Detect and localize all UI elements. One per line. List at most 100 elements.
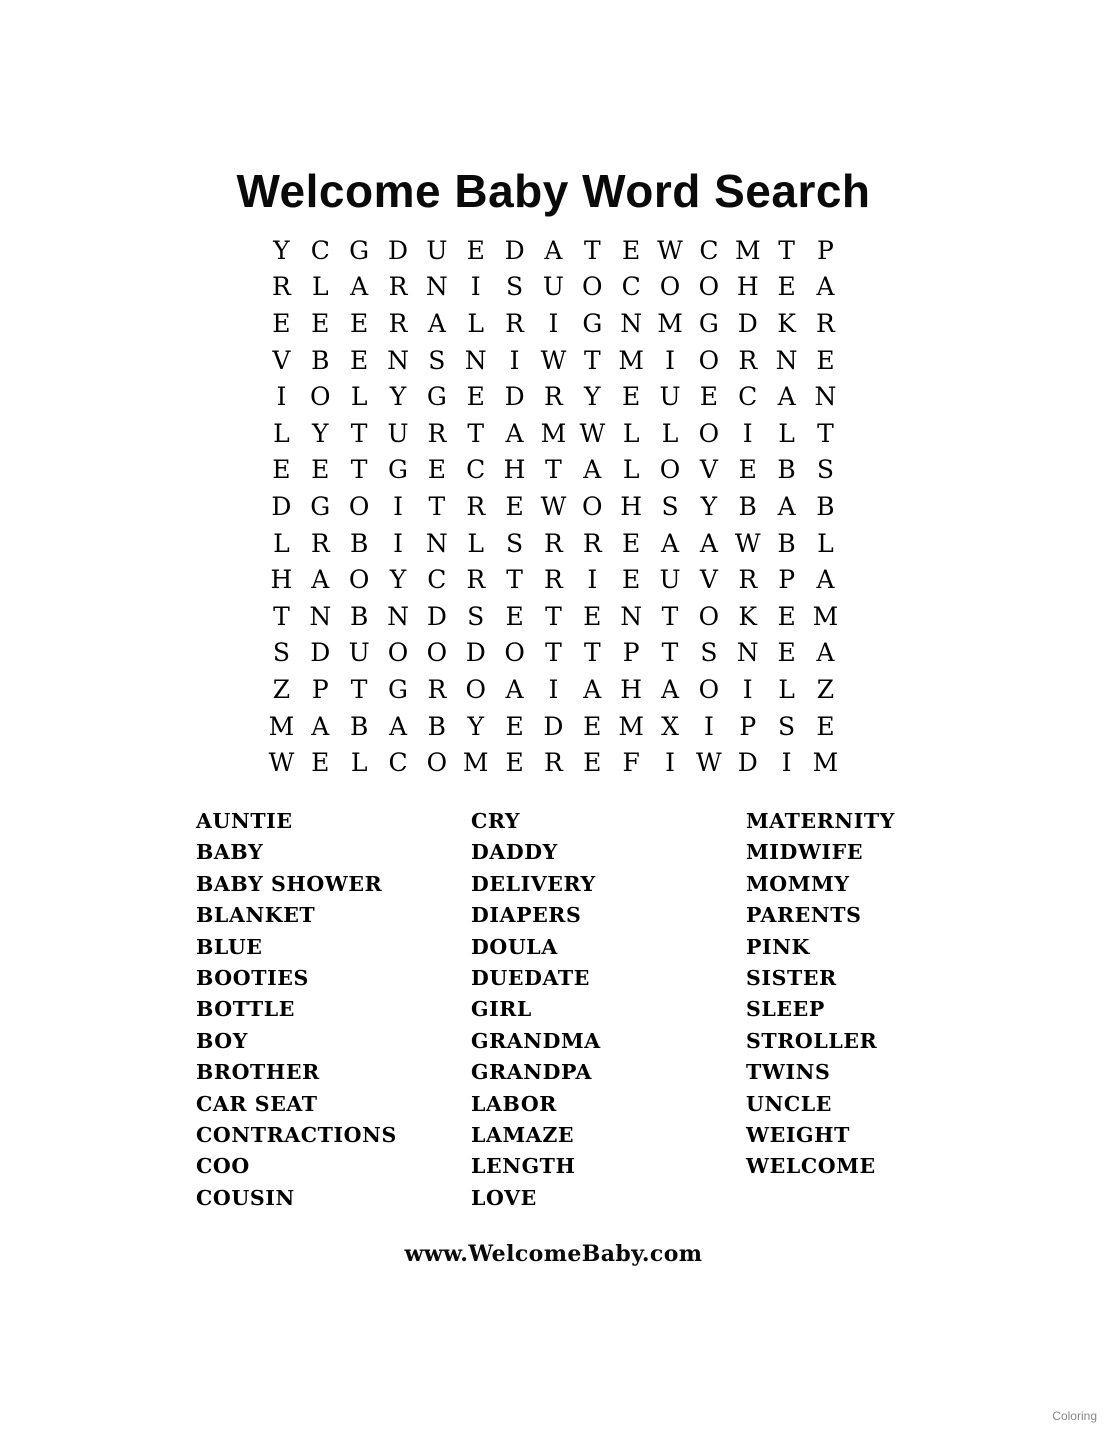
puzzle-grid-cell[interactable]: O: [573, 494, 612, 519]
puzzle-grid-cell[interactable]: A: [573, 677, 612, 702]
word-list-item[interactable]: WELCOME: [746, 1151, 956, 1182]
puzzle-grid-cell[interactable]: H: [262, 567, 301, 592]
puzzle-grid-cell[interactable]: B: [340, 604, 379, 629]
puzzle-grid-cell[interactable]: Y: [301, 421, 340, 446]
puzzle-grid-cell[interactable]: I: [534, 677, 573, 702]
puzzle-grid-cell[interactable]: I: [379, 531, 418, 556]
puzzle-grid-cell[interactable]: A: [806, 567, 845, 592]
puzzle-grid-cell[interactable]: D: [534, 714, 573, 739]
puzzle-grid-cell[interactable]: R: [534, 567, 573, 592]
puzzle-grid-cell[interactable]: Y: [262, 238, 301, 263]
word-list-item[interactable]: BABY: [196, 837, 471, 868]
puzzle-grid-cell[interactable]: A: [340, 274, 379, 299]
puzzle-grid-cell[interactable]: E: [612, 567, 651, 592]
puzzle-grid-cell[interactable]: E: [767, 640, 806, 665]
puzzle-grid-cell[interactable]: Y: [456, 714, 495, 739]
word-list-item[interactable]: LENGTH: [471, 1151, 746, 1182]
puzzle-grid-cell[interactable]: M: [456, 750, 495, 775]
word-list-item[interactable]: PARENTS: [746, 900, 956, 931]
puzzle-grid-cell[interactable]: O: [456, 677, 495, 702]
puzzle-grid-cell[interactable]: M: [612, 348, 651, 373]
puzzle-grid-cell[interactable]: I: [534, 311, 573, 336]
puzzle-grid-cell[interactable]: O: [340, 494, 379, 519]
puzzle-grid-cell[interactable]: G: [573, 311, 612, 336]
word-list-item[interactable]: SISTER: [746, 963, 956, 994]
puzzle-grid-cell[interactable]: O: [689, 604, 728, 629]
puzzle-grid-cell[interactable]: R: [495, 311, 534, 336]
puzzle-grid-cell[interactable]: I: [495, 348, 534, 373]
puzzle-grid-cell[interactable]: A: [301, 714, 340, 739]
puzzle-grid-cell[interactable]: A: [651, 531, 690, 556]
puzzle-grid-cell[interactable]: E: [340, 311, 379, 336]
puzzle-grid-cell[interactable]: V: [262, 348, 301, 373]
puzzle-grid-cell[interactable]: M: [728, 238, 767, 263]
puzzle-grid-cell[interactable]: E: [767, 274, 806, 299]
puzzle-grid-cell[interactable]: A: [301, 567, 340, 592]
puzzle-grid-cell[interactable]: E: [301, 311, 340, 336]
puzzle-grid-cell[interactable]: M: [806, 750, 845, 775]
puzzle-grid-cell[interactable]: I: [689, 714, 728, 739]
puzzle-grid-cell[interactable]: M: [612, 714, 651, 739]
puzzle-grid-cell[interactable]: I: [456, 274, 495, 299]
puzzle-grid-cell[interactable]: T: [651, 604, 690, 629]
puzzle-grid-cell[interactable]: C: [417, 567, 456, 592]
puzzle-grid-cell[interactable]: P: [806, 238, 845, 263]
puzzle-grid-cell[interactable]: D: [728, 750, 767, 775]
puzzle-grid-cell[interactable]: S: [417, 348, 456, 373]
word-list-item[interactable]: DOULA: [471, 932, 746, 963]
puzzle-grid-cell[interactable]: P: [301, 677, 340, 702]
puzzle-grid-cell[interactable]: A: [767, 384, 806, 409]
puzzle-grid-cell[interactable]: O: [689, 421, 728, 446]
puzzle-grid-cell[interactable]: E: [495, 714, 534, 739]
puzzle-grid-cell[interactable]: T: [340, 457, 379, 482]
puzzle-grid-cell[interactable]: E: [495, 494, 534, 519]
puzzle-grid-cell[interactable]: E: [301, 457, 340, 482]
puzzle-grid-cell[interactable]: C: [689, 238, 728, 263]
word-list-item[interactable]: LAMAZE: [471, 1120, 746, 1151]
puzzle-grid-cell[interactable]: U: [417, 238, 456, 263]
puzzle-grid-cell[interactable]: A: [767, 494, 806, 519]
puzzle-grid-cell[interactable]: I: [651, 348, 690, 373]
puzzle-grid-cell[interactable]: W: [573, 421, 612, 446]
word-list-item[interactable]: BROTHER: [196, 1057, 471, 1088]
puzzle-grid-cell[interactable]: P: [612, 640, 651, 665]
puzzle-grid-cell[interactable]: I: [767, 750, 806, 775]
puzzle-grid-cell[interactable]: L: [767, 677, 806, 702]
puzzle-grid-cell[interactable]: R: [301, 531, 340, 556]
puzzle-grid-cell[interactable]: B: [340, 531, 379, 556]
puzzle-grid-cell[interactable]: R: [456, 494, 495, 519]
puzzle-grid-cell[interactable]: P: [728, 714, 767, 739]
puzzle-grid-cell[interactable]: B: [767, 457, 806, 482]
footer-url[interactable]: www.WelcomeBaby.com: [0, 1241, 1107, 1267]
word-list-item[interactable]: MIDWIFE: [746, 837, 956, 868]
puzzle-grid-cell[interactable]: L: [340, 750, 379, 775]
puzzle-grid-cell[interactable]: E: [612, 238, 651, 263]
puzzle-grid-cell[interactable]: R: [379, 274, 418, 299]
puzzle-grid-cell[interactable]: R: [728, 348, 767, 373]
puzzle-grid-cell[interactable]: O: [689, 348, 728, 373]
puzzle-grid-cell[interactable]: T: [262, 604, 301, 629]
puzzle-grid-cell[interactable]: N: [612, 604, 651, 629]
puzzle-grid-cell[interactable]: S: [495, 274, 534, 299]
puzzle-grid-cell[interactable]: A: [495, 421, 534, 446]
puzzle-grid-cell[interactable]: Z: [262, 677, 301, 702]
puzzle-grid-cell[interactable]: D: [262, 494, 301, 519]
word-list-item[interactable]: BLANKET: [196, 900, 471, 931]
puzzle-grid-cell[interactable]: E: [573, 604, 612, 629]
puzzle-grid-cell[interactable]: N: [728, 640, 767, 665]
puzzle-grid-cell[interactable]: B: [728, 494, 767, 519]
puzzle-grid-cell[interactable]: R: [573, 531, 612, 556]
puzzle-grid-cell[interactable]: B: [806, 494, 845, 519]
puzzle-grid-cell[interactable]: E: [806, 714, 845, 739]
puzzle-grid-cell[interactable]: D: [417, 604, 456, 629]
puzzle-grid-cell[interactable]: D: [379, 238, 418, 263]
puzzle-grid-cell[interactable]: N: [379, 604, 418, 629]
puzzle-grid-cell[interactable]: N: [417, 531, 456, 556]
puzzle-grid-cell[interactable]: N: [767, 348, 806, 373]
puzzle-grid-cell[interactable]: L: [262, 531, 301, 556]
puzzle-grid-cell[interactable]: D: [456, 640, 495, 665]
puzzle-grid-cell[interactable]: L: [456, 531, 495, 556]
puzzle-grid-cell[interactable]: V: [689, 567, 728, 592]
puzzle-grid-cell[interactable]: O: [495, 640, 534, 665]
puzzle-grid-cell[interactable]: C: [456, 457, 495, 482]
